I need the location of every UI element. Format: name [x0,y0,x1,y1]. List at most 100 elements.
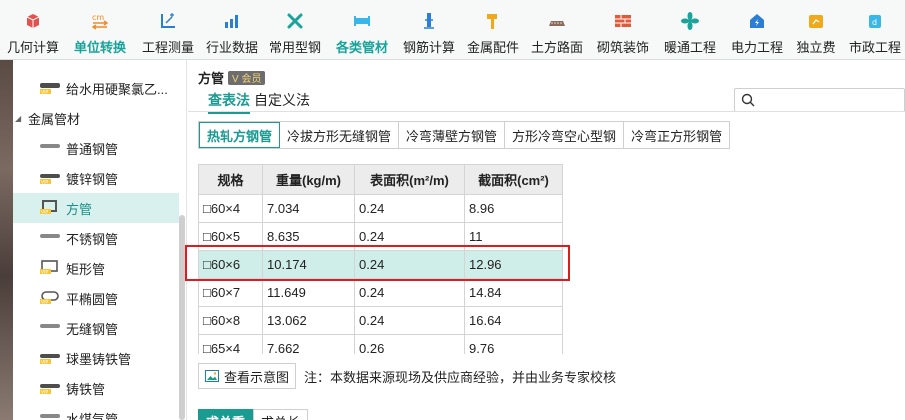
pipe-icon [351,10,373,32]
sidebar-item-2[interactable]: VIP 方管 [13,193,179,223]
unit-convert-icon: cm [89,10,111,32]
sidebar-item-4[interactable]: VIP 矩形管 [13,253,179,283]
sidebar-item-8[interactable]: VIP 铸铁管 [13,373,179,403]
tab-total-weight[interactable]: 求总重 [198,409,254,420]
toolbar-item-4[interactable]: 常用型钢 [262,0,328,60]
rect-tube-icon: VIP [40,258,60,278]
pipe-vip-icon: VIP [40,78,60,98]
search-icon [741,93,755,110]
tab-total-length[interactable]: 求总长 [253,409,309,420]
column-header-spec: 规格 [198,164,263,195]
view-diagram-button[interactable]: 查看示意图 [198,363,297,389]
table-cell: 16.64 [464,306,563,335]
svg-text:VIP: VIP [41,90,48,96]
sidebar-item-9[interactable]: 水煤气管 [13,403,179,420]
svg-text:VIP: VIP [41,389,48,395]
background-strip [0,60,13,420]
table-row[interactable]: □60×7 11.649 0.24 14.84 [198,278,563,307]
table-row[interactable]: □60×8 13.062 0.24 16.64 [198,306,563,335]
svg-text:VIP: VIP [41,269,48,275]
page-title: 方管 [198,71,225,86]
svg-text:cm: cm [92,13,104,22]
wrench-icon [284,10,306,32]
table-cell: □65×4 [198,334,263,354]
table-cell: 7.662 [262,334,355,354]
toolbar-item-label: 土方路面 [530,40,583,55]
table-cell: 0.24 [354,194,465,223]
selected-row-highlight [185,245,570,281]
toolbar-item-1[interactable]: cm 单位转换 [66,0,134,60]
sub-tab-3[interactable]: 方形冷弯空心型钢 [505,122,625,148]
table-cell: 0.26 [354,334,465,354]
toolbar-item-label: 砌筑装饰 [596,40,649,55]
bar-chart-icon [221,10,243,32]
svg-text:d: d [872,18,877,27]
table-cell: 9.76 [464,334,563,354]
column-header-surface-area: 表面积(m²/m) [354,164,465,195]
sidebar-item-pvc-water-pipe[interactable]: VIP 给水用硬聚氯乙... [13,73,179,103]
table-cell: 0.24 [354,306,465,335]
power-house-icon [746,10,768,32]
pipe-vip-icon: VIP [40,348,60,368]
sidebar-item-label: 镀锌钢管 [66,171,119,187]
cube-icon [22,10,44,32]
sidebar: VIP 给水用硬聚氯乙... ◢ 金属管材 普通钢管 VIP 镀锌钢管 VIP 方管 不锈… [13,60,187,420]
sidebar-item-label: 方管 [66,201,93,217]
toolbar-item-11[interactable]: 电力工程 [724,0,790,60]
toolbar-item-2[interactable]: 工程测量 [134,0,202,60]
table-cell: 14.84 [464,278,563,307]
sub-tab-4[interactable]: 冷弯正方形钢管 [624,122,730,148]
view-diagram-label: 查看示意图 [224,369,290,385]
table-cell: □60×4 [198,194,263,223]
hammer-icon [482,10,504,32]
search-input[interactable] [734,88,905,112]
svg-text:VIP: VIP [41,359,48,365]
brick-icon [612,10,634,32]
toolbar-item-3[interactable]: 行业数据 [202,0,262,60]
sub-tab-1[interactable]: 冷拔方形无缝钢管 [280,122,400,148]
footer-row: 查看示意图 注：本数据来源现场及供应商经验，并由业务专家校核 [198,363,616,389]
sidebar-item-3[interactable]: 不锈钢管 [13,223,179,253]
measure-icon [157,10,179,32]
sub-tab-2[interactable]: 冷弯薄壁方钢管 [399,122,506,148]
toolbar-item-7[interactable]: 金属配件 [462,0,524,60]
toolbar-item-13[interactable]: d 市政工程 [842,0,905,60]
sub-tab-0[interactable]: 热轧方钢管 [199,122,281,148]
svg-text:VIP: VIP [41,179,48,185]
sidebar-item-6[interactable]: 无缝钢管 [13,313,179,343]
toolbar-item-0[interactable]: 几何计算 [0,0,66,60]
sidebar-item-0[interactable]: 普通钢管 [13,133,179,163]
sidebar-item-label: 水煤气管 [66,411,119,420]
table-row[interactable]: □60×4 7.034 0.24 8.96 [198,194,563,223]
sidebar-item-label: 平椭圆管 [66,291,119,307]
sidebar-item-7[interactable]: VIP 球墨铸铁管 [13,343,179,373]
pipe-vip-icon: VIP [40,168,60,188]
toolbar-item-6[interactable]: 钢筋计算 [396,0,462,60]
sidebar-item-1[interactable]: VIP 镀锌钢管 [13,163,179,193]
toolbar-item-label: 金属配件 [466,40,519,55]
toolbar-item-label: 单位转换 [73,40,126,55]
toolbar-item-label: 电力工程 [730,40,783,55]
toolbar-item-9[interactable]: 砌筑装饰 [590,0,656,60]
toolbar-item-label: 常用型钢 [268,40,321,55]
toolbar-item-label: 几何计算 [6,40,59,55]
sidebar-item-label: 铸铁管 [66,381,106,397]
toolbar-item-12[interactable]: 独立费 [790,0,842,60]
divider [188,111,905,112]
top-toolbar: 几何计算 cm 单位转换 工程测量 行业数据 常用型钢 各类管材 钢筋计算 金属配件 土方路面 砌筑… [0,0,905,60]
toolbar-item-5[interactable]: 各类管材 [328,0,396,60]
title-row: 方管 V 会员 [198,68,266,87]
toolbar-item-label: 独立费 [796,40,836,55]
sidebar-item-label: 给水用硬聚氯乙... [66,81,168,97]
toolbar-item-label: 钢筋计算 [402,40,455,55]
sidebar-item-5[interactable]: VIP 平椭圆管 [13,283,179,313]
sidebar-item-label: 不锈钢管 [66,231,119,247]
table-cell: □60×7 [198,278,263,307]
fan-icon [679,10,701,32]
table-row[interactable]: □65×4 7.662 0.26 9.76 [198,334,563,354]
vip-badge: V 会员 [228,70,266,85]
column-header-section-area: 截面积(cm²) [464,164,563,195]
toolbar-item-10[interactable]: 暖通工程 [656,0,724,60]
toolbar-item-8[interactable]: 土方路面 [524,0,590,60]
image-icon [205,370,219,382]
